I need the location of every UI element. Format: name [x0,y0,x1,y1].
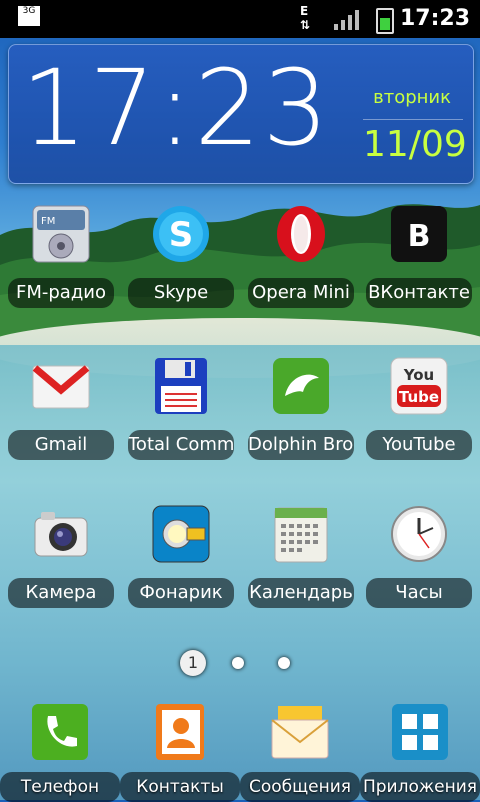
apps-grid-icon [392,704,448,760]
dock-phone[interactable]: Телефон [0,702,120,802]
dolphin-icon [273,358,329,414]
contacts-icon [156,704,204,760]
app-label: Фонарик [128,578,234,608]
dock-label: Телефон [0,772,120,802]
dock-messages[interactable]: Сообщения [240,702,360,802]
edge-data-icon: E ⇅ [300,4,311,32]
app-label: Skype [128,278,234,308]
calendar-icon [274,507,328,563]
app-skype[interactable]: S Skype [122,204,240,314]
app-label: Gmail [8,430,114,460]
dock-label: Приложения [360,772,480,802]
page-dot[interactable] [232,657,244,669]
app-label: Камера [8,578,114,608]
skype-icon: S [153,206,209,262]
app-vkontakte[interactable]: B ВКонтакте [360,204,478,314]
gmail-icon [32,365,90,409]
data-label: E [300,4,309,18]
clock-widget[interactable]: 17:23 вторник 11/09 [8,44,474,184]
app-camera[interactable]: Камера [2,504,120,614]
app-calendar[interactable]: Календарь [242,504,360,614]
battery-icon [376,8,394,34]
flashlight-icon [152,505,210,563]
phone-icon [32,704,88,760]
svg-text:S: S [169,215,194,255]
app-fm-radio[interactable]: FM FM-радио [2,204,120,314]
app-label: FM-радио [8,278,114,308]
page-indicator: 1 [180,650,300,676]
floppy-icon [155,358,207,414]
network-3g-icon: 3G [18,6,40,26]
app-flashlight[interactable]: Фонарик [122,504,240,614]
youtube-icon: You Tube [390,357,448,415]
app-label: Dolphin Browser [248,430,354,460]
clock-date: 11/09 [363,119,467,165]
app-label: ВКонтакте [366,278,472,308]
app-label: Календарь [248,578,354,608]
opera-icon [277,206,325,262]
dock-label: Сообщения [240,772,360,802]
clock-icon [391,506,447,562]
status-time: 17:23 [399,6,470,31]
signal-icon [334,10,359,30]
clock-time: 17:23 [21,47,331,169]
app-youtube[interactable]: You Tube YouTube [360,356,478,466]
status-bar: 3G E ⇅ 17:23 [0,0,480,38]
dock-contacts[interactable]: Контакты [120,702,240,802]
current-page-number[interactable]: 1 [180,650,206,676]
clock-weekday: вторник [373,87,451,108]
svg-text:Tube: Tube [399,388,439,406]
page-dot[interactable] [278,657,290,669]
fm-radio-icon: FM [32,205,90,263]
app-label: Total Commander [128,430,234,460]
messages-icon [271,706,329,759]
app-label: YouTube [366,430,472,460]
app-clock[interactable]: Часы [360,504,478,614]
app-dolphin-browser[interactable]: Dolphin Browser [242,356,360,466]
app-label: Часы [366,578,472,608]
app-gmail[interactable]: Gmail [2,356,120,466]
svg-text:You: You [403,366,434,384]
app-label: Opera Mini [248,278,354,308]
app-opera-mini[interactable]: Opera Mini [242,204,360,314]
svg-text:FM: FM [41,216,55,227]
network-label: 3G [22,6,36,16]
app-total-commander[interactable]: Total Commander [122,356,240,466]
dock-label: Контакты [120,772,240,802]
camera-icon [34,512,88,557]
svg-text:B: B [408,219,431,254]
dock-applications[interactable]: Приложения [360,702,480,802]
vk-icon: B [391,206,447,262]
